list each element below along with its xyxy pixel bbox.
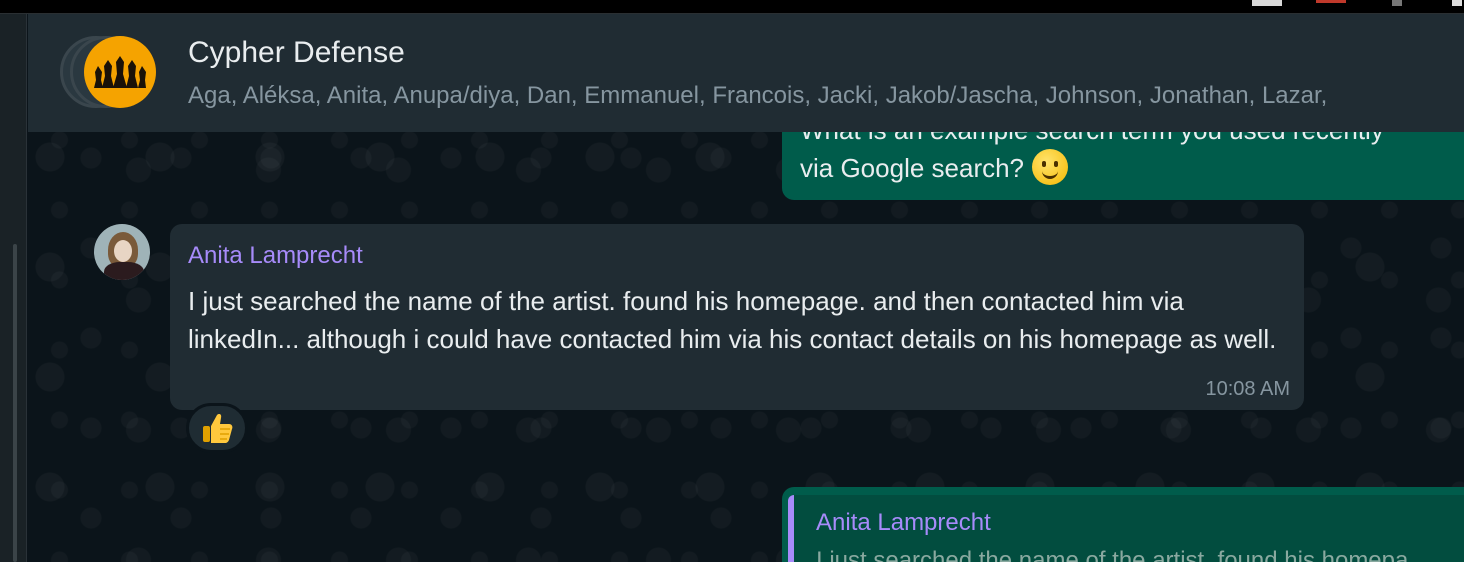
thumbs-up-icon [203, 414, 233, 443]
message-text-line: via Google search? [800, 149, 1069, 185]
group-avatar-stack[interactable] [60, 36, 160, 110]
avatar-face [114, 240, 132, 262]
scrollbar[interactable] [13, 244, 17, 562]
top-icon-2 [1316, 0, 1346, 3]
message-text: I just searched the name of the artist. … [188, 286, 1277, 354]
quoted-text: I just searched the name of the artist. … [816, 547, 1409, 562]
top-icon-3 [1392, 0, 1402, 6]
group-title[interactable]: Cypher Defense [188, 36, 405, 70]
window-top-strip [0, 0, 1464, 14]
reaction-badge[interactable] [186, 403, 248, 453]
chat-list-edge [0, 14, 27, 562]
chat-header[interactable]: Cypher Defense Aga, Aléksa, Anita, Anupa… [28, 14, 1464, 132]
top-icon-1 [1252, 0, 1282, 6]
group-members-list[interactable]: Aga, Aléksa, Anita, Anupa/diya, Dan, Emm… [188, 82, 1327, 110]
quoted-message[interactable]: Anita Lamprecht I just searched the name… [788, 495, 1464, 562]
group-avatar[interactable] [84, 36, 156, 108]
top-icon-4 [1452, 0, 1462, 6]
sender-avatar[interactable] [94, 224, 150, 280]
message-timestamp: 10:08 AM [1205, 378, 1290, 400]
quoted-sender-name: Anita Lamprecht [816, 509, 991, 536]
incoming-message[interactable]: Anita Lamprecht I just searched the name… [170, 224, 1304, 410]
group-logo-icon [94, 56, 146, 88]
outgoing-reply-message[interactable]: Anita Lamprecht I just searched the name… [782, 487, 1464, 562]
message-text: via Google search? [800, 153, 1025, 183]
smiling-face-icon [1032, 149, 1069, 185]
sender-name[interactable]: Anita Lamprecht [188, 242, 363, 270]
avatar-body [104, 262, 144, 280]
